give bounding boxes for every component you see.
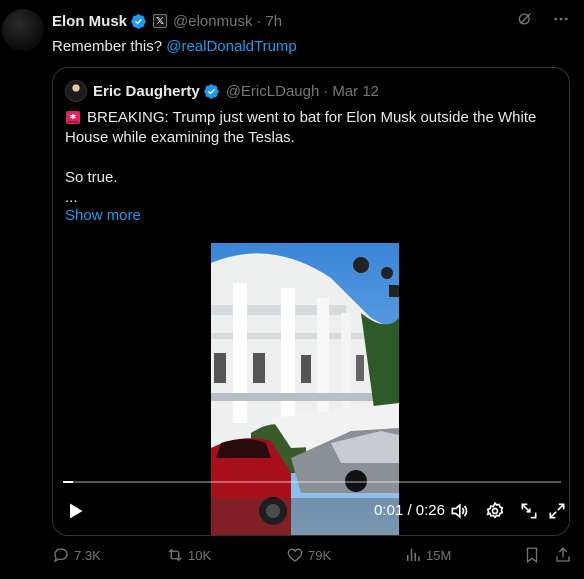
x-affiliation-icon[interactable]: 𝕏	[153, 14, 168, 28]
verified-badge-icon	[131, 13, 146, 29]
repost-count: 10K	[188, 547, 212, 563]
repost-button[interactable]: 10K	[166, 546, 211, 564]
quoted-tweet-date[interactable]: Mar 12	[332, 83, 379, 100]
video-progress-bar[interactable]	[63, 481, 561, 483]
like-count: 79K	[308, 547, 332, 563]
video-controls: 0:01 / 0:26	[53, 493, 569, 525]
video-timecode: 0:01 / 0:26	[374, 502, 445, 519]
reply-icon	[53, 548, 68, 563]
view-count: 15M	[426, 547, 452, 563]
quoted-tweet[interactable]: Eric Daugherty @EricLDaugh · Mar 12 BREA…	[52, 67, 570, 536]
quoted-tweet-text: BREAKING: Trump just went to bat for Elo…	[65, 108, 559, 208]
quoted-author-name[interactable]: Eric Daugherty	[93, 83, 200, 100]
separator-dot: ·	[256, 12, 262, 30]
show-more-link[interactable]: Show more	[65, 207, 141, 224]
author-name[interactable]: Elon Musk	[52, 13, 127, 30]
heart-icon	[287, 548, 303, 562]
verified-badge-icon	[203, 83, 219, 99]
share-button[interactable]	[554, 546, 572, 564]
repost-icon	[168, 548, 182, 562]
share-icon	[556, 547, 570, 562]
settings-gear-icon[interactable]	[485, 501, 505, 521]
grok-icon[interactable]	[516, 10, 534, 28]
bookmark-icon	[526, 547, 538, 564]
author-avatar[interactable]	[2, 9, 44, 51]
quoted-author-avatar[interactable]	[65, 80, 87, 102]
quoted-author-handle[interactable]: @EricLDaugh	[226, 83, 320, 100]
views-button[interactable]: 15M	[404, 546, 451, 564]
quoted-text-line-3: ...	[65, 189, 78, 206]
more-options-icon[interactable]	[552, 10, 570, 28]
fullscreen-icon[interactable]	[547, 501, 567, 521]
tweet-time[interactable]: 7h	[265, 13, 282, 30]
tweet-text-body: Remember this?	[52, 38, 167, 55]
author-handle[interactable]: @elonmusk	[173, 13, 252, 30]
reply-button[interactable]: 7.3K	[52, 546, 101, 564]
video-player[interactable]: 0:01 / 0:26	[53, 243, 569, 535]
quoted-text-line-2: So true.	[65, 169, 118, 186]
bookmark-button[interactable]	[523, 546, 541, 564]
video-progress-fill	[63, 481, 73, 483]
separator-dot: ·	[323, 82, 329, 100]
tweet-header: Elon Musk 𝕏 @elonmusk · 7h	[52, 11, 282, 31]
picture-in-picture-icon[interactable]	[519, 501, 539, 521]
tweet-text: Remember this? @realDonaldTrump	[52, 37, 297, 57]
reply-count: 7.3K	[74, 547, 101, 563]
play-icon[interactable]	[65, 501, 85, 521]
siren-emoji-icon	[66, 111, 80, 124]
analytics-icon	[407, 549, 420, 561]
quoted-tweet-header: Eric Daugherty @EricLDaugh · Mar 12	[65, 80, 379, 102]
tweet-actions: 7.3K 10K 79K 15M	[52, 544, 572, 568]
like-button[interactable]: 79K	[286, 546, 331, 564]
top-actions	[516, 10, 570, 28]
quoted-text-line-1: BREAKING: Trump just went to bat for Elo…	[65, 109, 537, 146]
volume-icon[interactable]	[449, 501, 469, 521]
mention-link[interactable]: @realDonaldTrump	[166, 38, 297, 55]
